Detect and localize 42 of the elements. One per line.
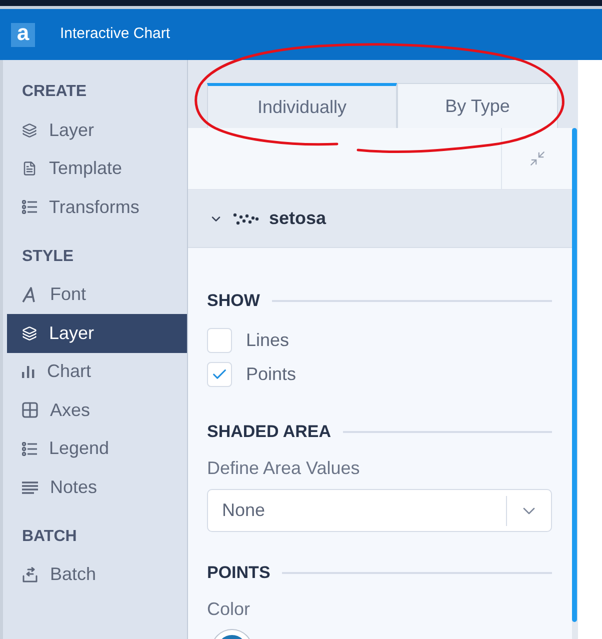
sidebar-item[interactable]: Legend <box>7 430 187 468</box>
grid-icon <box>22 402 38 418</box>
layers-icon <box>22 326 37 341</box>
checkbox[interactable] <box>207 328 232 352</box>
sidebar-item[interactable]: Transforms <box>7 188 187 226</box>
tray-arrows-icon <box>22 566 38 583</box>
scatter-icon <box>233 212 259 224</box>
sidebar-heading: CREATE <box>21 82 88 102</box>
sidebar-heading: BATCH <box>21 526 78 546</box>
section-heading: POINTS <box>207 562 270 584</box>
letter-a-icon <box>22 286 38 303</box>
section-heading: SHADED AREA <box>207 421 332 444</box>
text-lines-icon <box>22 480 38 494</box>
sidebar-item[interactable]: Template <box>7 150 187 188</box>
tab[interactable]: Individually <box>207 83 397 128</box>
layer-row[interactable]: setosa <box>188 190 572 248</box>
sidebar-item[interactable]: Layer <box>7 314 187 352</box>
tab[interactable]: By Type <box>397 83 558 128</box>
section-heading: SHOW <box>207 290 260 312</box>
layer-name: setosa <box>269 207 326 230</box>
checkbox[interactable] <box>207 362 232 386</box>
field-label: Color <box>207 598 252 621</box>
sidebar-heading: STYLE <box>21 246 75 266</box>
document-icon <box>22 161 37 176</box>
window-title: Interactive Chart <box>60 24 170 44</box>
sidebar-item[interactable]: Font <box>7 276 187 314</box>
select-field[interactable]: None <box>207 489 552 532</box>
field-label: Define Area Values <box>207 457 361 480</box>
layers-icon <box>22 122 37 138</box>
sidebar-item[interactable]: Batch <box>7 556 187 594</box>
sidebar-item[interactable]: Notes <box>7 468 187 506</box>
list-icon <box>22 200 37 214</box>
sidebar-item[interactable]: Layer <box>7 111 187 150</box>
sidebar-item[interactable]: Chart <box>7 352 187 391</box>
bar-chart-icon <box>22 365 35 378</box>
sidebar-item[interactable]: Axes <box>7 391 187 430</box>
checkbox-label: Points <box>246 362 296 386</box>
checkbox-label: Lines <box>246 328 290 352</box>
collapse-icon <box>528 150 546 167</box>
app-logo: a <box>11 22 35 46</box>
scrollbar-thumb[interactable] <box>572 128 577 622</box>
list-icon <box>22 442 37 456</box>
